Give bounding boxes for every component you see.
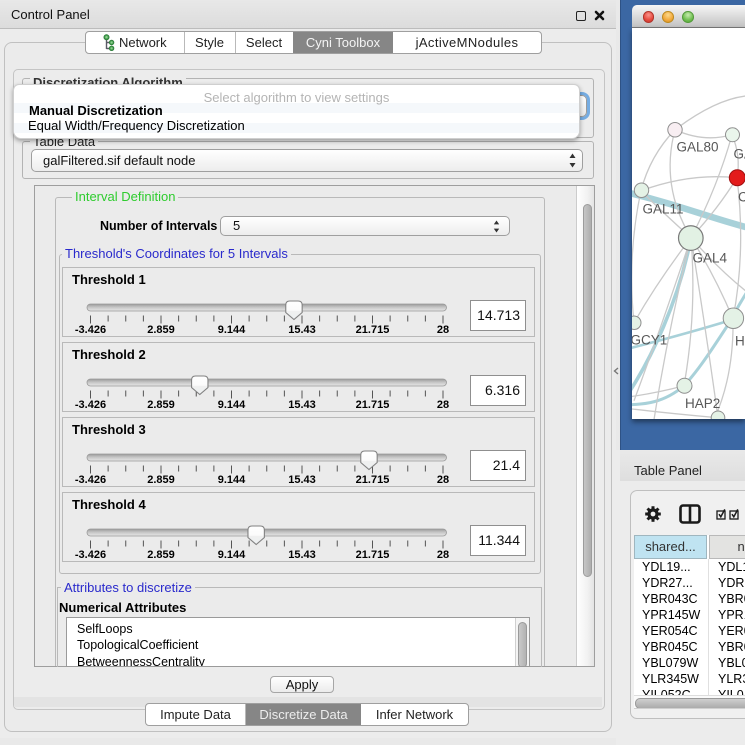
svg-text:2.859: 2.859 bbox=[147, 399, 175, 411]
svg-text:15.43: 15.43 bbox=[288, 549, 316, 561]
svg-text:GAL11: GAL11 bbox=[643, 201, 684, 216]
svg-text:C: C bbox=[738, 189, 745, 204]
svg-text:21.715: 21.715 bbox=[356, 324, 390, 336]
svg-text:GCY1: GCY1 bbox=[632, 332, 667, 347]
svg-text:15.43: 15.43 bbox=[288, 324, 316, 336]
svg-text:2.859: 2.859 bbox=[147, 324, 175, 336]
svg-text:-3.426: -3.426 bbox=[75, 324, 106, 336]
svg-text:28: 28 bbox=[437, 549, 449, 561]
svg-text:H: H bbox=[735, 333, 745, 348]
svg-text:2.859: 2.859 bbox=[147, 549, 175, 561]
svg-text:-3.426: -3.426 bbox=[75, 474, 106, 486]
svg-text:28: 28 bbox=[437, 324, 449, 336]
svg-text:2.859: 2.859 bbox=[147, 474, 175, 486]
svg-text:15.43: 15.43 bbox=[288, 474, 316, 486]
svg-text:GAL80: GAL80 bbox=[677, 139, 719, 154]
svg-text:9.144: 9.144 bbox=[218, 324, 246, 336]
svg-text:GA: GA bbox=[734, 146, 745, 161]
svg-text:GAL4: GAL4 bbox=[693, 250, 728, 265]
svg-text:21.715: 21.715 bbox=[356, 399, 390, 411]
svg-text:28: 28 bbox=[437, 399, 449, 411]
svg-text:-3.426: -3.426 bbox=[75, 549, 106, 561]
svg-text:15.43: 15.43 bbox=[288, 399, 316, 411]
svg-text:-3.426: -3.426 bbox=[75, 399, 106, 411]
svg-text:28: 28 bbox=[437, 474, 449, 486]
svg-text:9.144: 9.144 bbox=[218, 549, 246, 561]
svg-text:21.715: 21.715 bbox=[356, 549, 390, 561]
svg-text:9.144: 9.144 bbox=[218, 474, 246, 486]
svg-text:HAP2: HAP2 bbox=[685, 395, 720, 410]
svg-text:9.144: 9.144 bbox=[218, 399, 246, 411]
svg-text:21.715: 21.715 bbox=[356, 474, 390, 486]
